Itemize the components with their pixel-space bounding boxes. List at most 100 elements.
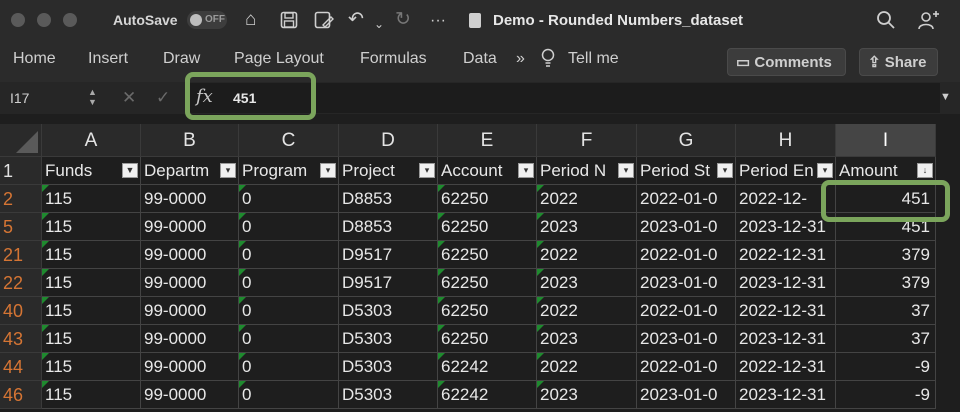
table-cell-period-num[interactable]: 2022 <box>537 297 637 325</box>
table-cell-department[interactable]: 99-0000 <box>141 241 239 269</box>
comments-button[interactable]: ▭ Comments <box>727 48 846 76</box>
filter-dropdown-icon[interactable]: ▾ <box>320 163 336 178</box>
table-cell-account[interactable]: 62250 <box>438 241 537 269</box>
table-cell-account[interactable]: 62250 <box>438 269 537 297</box>
minimize-window-button[interactable] <box>37 13 51 27</box>
row-header[interactable]: 22 <box>0 269 42 297</box>
save-icon[interactable] <box>280 11 298 35</box>
tab-insert[interactable]: Insert <box>88 50 128 68</box>
table-cell-program[interactable]: 0 <box>239 297 339 325</box>
header-cell-program[interactable]: Program ▾ <box>239 157 339 185</box>
table-cell-period-end[interactable]: 2022-12-31 <box>736 241 836 269</box>
table-cell-program[interactable]: 0 <box>239 325 339 353</box>
home-icon[interactable]: ⌂ <box>245 9 256 31</box>
table-cell-period-num[interactable]: 2022 <box>537 241 637 269</box>
undo-icon[interactable]: ↶ <box>348 9 364 31</box>
table-cell-period-num[interactable]: 2022 <box>537 353 637 381</box>
table-cell-account[interactable]: 62242 <box>438 353 537 381</box>
table-cell-funds[interactable]: 115 <box>42 185 141 213</box>
column-header-h[interactable]: H <box>736 124 836 157</box>
column-header-b[interactable]: B <box>141 124 239 157</box>
header-cell-funds[interactable]: Funds ▼ <box>42 157 141 185</box>
header-cell-project[interactable]: Project ▾ <box>339 157 438 185</box>
table-cell-amount[interactable]: 379 <box>836 269 936 297</box>
table-cell-period-num[interactable]: 2022 <box>537 185 637 213</box>
table-cell-department[interactable]: 99-0000 <box>141 185 239 213</box>
table-cell-amount[interactable]: 37 <box>836 297 936 325</box>
cancel-icon[interactable]: ✕ <box>122 88 136 108</box>
share-people-icon[interactable] <box>917 9 941 37</box>
table-cell-program[interactable]: 0 <box>239 353 339 381</box>
filter-dropdown-icon[interactable]: ↓ <box>917 163 933 178</box>
lightbulb-icon[interactable] <box>541 48 555 73</box>
header-cell-account[interactable]: Account ▾ <box>438 157 537 185</box>
table-cell-project[interactable]: D5303 <box>339 381 438 409</box>
table-cell-period-end[interactable]: 2023-12-31 <box>736 325 836 353</box>
table-cell-amount[interactable]: -9 <box>836 381 936 409</box>
table-cell-program[interactable]: 0 <box>239 241 339 269</box>
tab-data[interactable]: Data <box>463 50 497 68</box>
filter-dropdown-icon[interactable]: ▾ <box>717 163 733 178</box>
table-cell-period-start[interactable]: 2022-01-0 <box>637 241 736 269</box>
filter-dropdown-icon[interactable]: ▾ <box>518 163 534 178</box>
column-header-i[interactable]: I <box>836 124 936 157</box>
table-cell-period-end[interactable]: 2023-12-31 <box>736 269 836 297</box>
column-header-a[interactable]: A <box>42 124 141 157</box>
tab-home[interactable]: Home <box>13 50 56 68</box>
table-cell-department[interactable]: 99-0000 <box>141 297 239 325</box>
row-header[interactable]: 5 <box>0 213 42 241</box>
table-cell-program[interactable]: 0 <box>239 213 339 241</box>
table-cell-period-start[interactable]: 2023-01-0 <box>637 269 736 297</box>
more-tabs-icon[interactable]: » <box>516 50 525 68</box>
table-cell-program[interactable]: 0 <box>239 381 339 409</box>
row-header[interactable]: 46 <box>0 381 42 409</box>
header-cell-period-start[interactable]: Period St ▾ <box>637 157 736 185</box>
table-cell-period-start[interactable]: 2023-01-0 <box>637 325 736 353</box>
table-cell-funds[interactable]: 115 <box>42 297 141 325</box>
expand-formula-bar-icon[interactable]: ▼ <box>940 91 951 103</box>
more-commands-icon[interactable]: ··· <box>430 10 446 32</box>
name-box[interactable]: I17 <box>10 90 29 106</box>
table-cell-period-num[interactable]: 2023 <box>537 269 637 297</box>
table-cell-department[interactable]: 99-0000 <box>141 269 239 297</box>
table-cell-funds[interactable]: 115 <box>42 241 141 269</box>
row-header[interactable]: 43 <box>0 325 42 353</box>
table-cell-account[interactable]: 62242 <box>438 381 537 409</box>
row-header-1[interactable]: 1 <box>0 157 42 185</box>
table-cell-amount[interactable]: 379 <box>836 241 936 269</box>
column-header-f[interactable]: F <box>537 124 637 157</box>
header-cell-period-end[interactable]: Period En ▾ <box>736 157 836 185</box>
table-cell-account[interactable]: 62250 <box>438 297 537 325</box>
header-cell-period-num[interactable]: Period N ▾ <box>537 157 637 185</box>
table-cell-project[interactable]: D5303 <box>339 325 438 353</box>
header-cell-department[interactable]: Departm ▾ <box>141 157 239 185</box>
enter-icon[interactable]: ✓ <box>156 88 170 108</box>
zoom-window-button[interactable] <box>63 13 77 27</box>
table-cell-period-start[interactable]: 2022-01-0 <box>637 297 736 325</box>
table-cell-period-end[interactable]: 2023-12-31 <box>736 381 836 409</box>
filter-dropdown-icon[interactable]: ▾ <box>817 163 833 178</box>
autosave-toggle[interactable]: OFF <box>187 11 227 29</box>
table-cell-program[interactable]: 0 <box>239 185 339 213</box>
tab-page-layout[interactable]: Page Layout <box>234 50 324 68</box>
filter-dropdown-icon[interactable]: ▾ <box>220 163 236 178</box>
table-cell-period-end[interactable]: 2022-12-31 <box>736 297 836 325</box>
column-header-c[interactable]: C <box>239 124 339 157</box>
tab-formulas[interactable]: Formulas <box>360 50 427 68</box>
table-cell-funds[interactable]: 115 <box>42 353 141 381</box>
close-window-button[interactable] <box>11 13 25 27</box>
table-cell-project[interactable]: D9517 <box>339 241 438 269</box>
select-all-button[interactable] <box>0 124 42 157</box>
table-cell-account[interactable]: 62250 <box>438 213 537 241</box>
share-button[interactable]: ⇪ Share <box>859 48 938 76</box>
table-cell-period-num[interactable]: 2023 <box>537 325 637 353</box>
column-header-d[interactable]: D <box>339 124 438 157</box>
table-cell-department[interactable]: 99-0000 <box>141 325 239 353</box>
table-cell-department[interactable]: 99-0000 <box>141 381 239 409</box>
filter-dropdown-icon[interactable]: ▼ <box>122 163 138 178</box>
row-header[interactable]: 2 <box>0 185 42 213</box>
redo-icon[interactable]: ↻ <box>395 9 411 31</box>
table-cell-account[interactable]: 62250 <box>438 325 537 353</box>
search-icon[interactable] <box>876 10 896 36</box>
table-cell-department[interactable]: 99-0000 <box>141 213 239 241</box>
